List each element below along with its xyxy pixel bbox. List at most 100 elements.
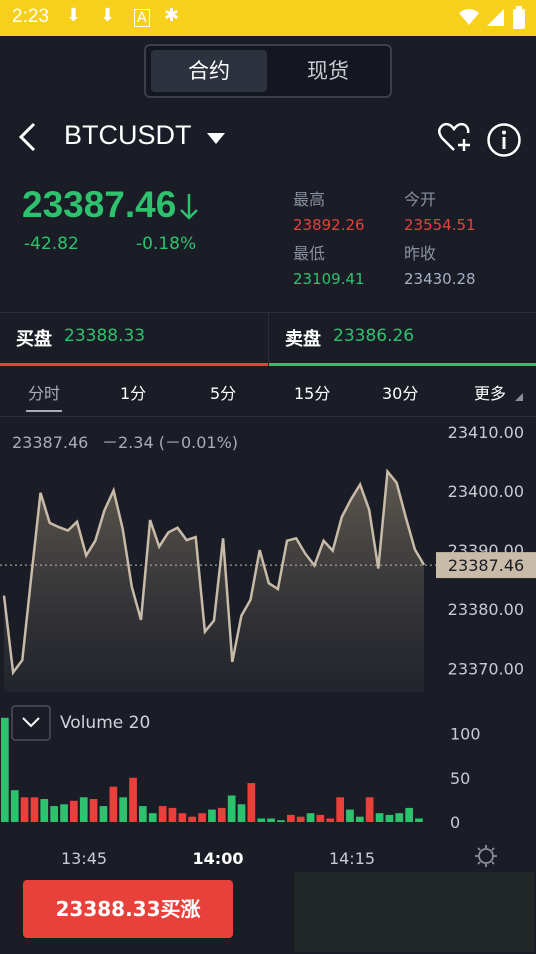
volume-bar	[227, 795, 236, 822]
volume-bar	[217, 807, 226, 822]
volume-bar	[356, 816, 364, 822]
volume-axis-tick: 0	[450, 813, 460, 832]
volume-bar	[79, 797, 88, 822]
volume-bar	[257, 818, 266, 822]
volume-bar	[1, 717, 9, 822]
high-label: 最高	[293, 190, 326, 209]
volume-bar	[20, 797, 29, 822]
buy-long-button[interactable]: 23388.33买涨	[23, 880, 233, 938]
watermark-logo	[294, 872, 534, 952]
volume-bar	[306, 813, 315, 822]
tab-timeshare[interactable]: 分时	[28, 380, 60, 404]
more-triangle-icon	[515, 393, 523, 401]
chart-info-change: －2.34 (－0.01%)	[102, 433, 238, 452]
volume-bar	[346, 809, 354, 822]
volume-bar	[198, 813, 206, 822]
volume-bar	[296, 816, 305, 822]
volume-bar	[326, 818, 335, 822]
bid-panel[interactable]: 买盘 23388.33	[0, 313, 268, 366]
status-bar: 2:23 ⬇ ⬇ A ✱	[0, 0, 536, 36]
tab-1m[interactable]: 1分	[120, 380, 146, 404]
price-axis-tick: 23380.00	[448, 600, 524, 619]
settings-icon[interactable]	[475, 845, 497, 867]
volume-bar	[375, 813, 384, 822]
price-summary: 23387.46 -42.82 -0.18% 最高 23892.26 最低 23…	[0, 180, 536, 310]
timeframe-tabs: 分时 1分 5分 15分 30分 更多	[0, 366, 536, 417]
volume-bar	[267, 818, 275, 822]
time-axis-tick: 13:45	[61, 849, 107, 868]
battery-icon	[513, 6, 525, 29]
chart-info-price: 23387.46	[12, 433, 88, 452]
volume-bar	[365, 797, 374, 822]
open-value: 23554.51	[404, 216, 476, 234]
volume-bar	[178, 813, 187, 822]
ask-panel[interactable]: 卖盘 23386.26	[269, 313, 536, 366]
volume-bar	[158, 806, 167, 822]
volume-bar	[89, 799, 98, 822]
volume-bar	[10, 790, 19, 822]
signal-icon	[487, 9, 504, 26]
price-axis-tick: 23400.00	[448, 482, 524, 501]
tab-spot[interactable]: 现货	[270, 50, 386, 92]
symbol-title[interactable]: BTCUSDT	[64, 120, 192, 151]
last-price: 23387.46	[22, 184, 177, 225]
tab-contract[interactable]: 合约	[151, 50, 267, 92]
price-change: -42.82	[24, 234, 79, 254]
volume-axis-tick: 100	[450, 725, 481, 744]
status-time: 2:23	[12, 6, 49, 27]
bug-icon: ✱	[164, 5, 180, 26]
volume-collapse-button[interactable]	[11, 705, 51, 741]
volume-bar	[247, 783, 256, 822]
volume-label: Volume 20	[60, 713, 150, 733]
download-icon: ⬇	[100, 5, 116, 26]
volume-bar	[129, 777, 137, 822]
tab-5m[interactable]: 5分	[210, 380, 236, 404]
price-change-pct: -0.18%	[136, 234, 197, 254]
price-axis-tick: 23410.00	[448, 423, 524, 442]
low-value: 23109.41	[293, 270, 365, 288]
volume-bar	[188, 816, 196, 822]
download-icon: ⬇	[66, 5, 82, 26]
volume-bar	[287, 814, 295, 822]
tab-15m[interactable]: 15分	[294, 380, 330, 404]
chevron-down-icon	[22, 717, 40, 728]
price-chart[interactable]: 23387.46 －2.34 (－0.01%) 23410.00 23400.00…	[0, 416, 536, 868]
volume-bar	[415, 818, 423, 822]
favorite-add-icon[interactable]	[438, 122, 474, 154]
dropdown-icon[interactable]	[206, 132, 226, 146]
bid-ask-bar: 买盘 23388.33 卖盘 23386.26	[0, 312, 536, 367]
low-label: 最低	[293, 244, 326, 263]
time-axis-tick: 14:15	[329, 849, 375, 868]
volume-bar	[395, 813, 404, 822]
android-icon: A	[134, 9, 150, 27]
volume-axis-tick: 50	[450, 769, 470, 788]
volume-bar	[119, 797, 127, 822]
current-price-label: 23387.46	[448, 556, 524, 575]
back-icon[interactable]	[16, 122, 40, 152]
volume-bar	[109, 786, 118, 822]
market-segment-control: 合约 现货	[144, 44, 392, 98]
active-tab-indicator	[26, 410, 62, 412]
volume-bar	[316, 814, 325, 822]
volume-bar	[50, 806, 58, 822]
prev-close-label: 昨收	[404, 244, 437, 263]
price-axis-tick: 23370.00	[448, 659, 524, 678]
volume-bar	[70, 800, 78, 822]
volume-bar	[30, 797, 39, 822]
volume-bar	[139, 806, 147, 822]
symbol-header: BTCUSDT	[0, 110, 536, 166]
volume-bar	[208, 809, 216, 822]
price-area	[4, 471, 424, 692]
volume-bar	[40, 799, 49, 822]
info-icon[interactable]	[486, 122, 522, 158]
time-axis-tick: 14:00	[193, 849, 244, 868]
open-label: 今开	[404, 190, 437, 209]
tab-more[interactable]: 更多	[474, 380, 506, 404]
tab-30m[interactable]: 30分	[382, 380, 418, 404]
ask-value: 23386.26	[333, 326, 415, 346]
bid-value: 23388.33	[64, 326, 146, 346]
volume-bar	[405, 807, 413, 822]
prev-close-value: 23430.28	[404, 270, 476, 288]
volume-bar	[277, 820, 285, 822]
volume-bar	[60, 804, 68, 822]
